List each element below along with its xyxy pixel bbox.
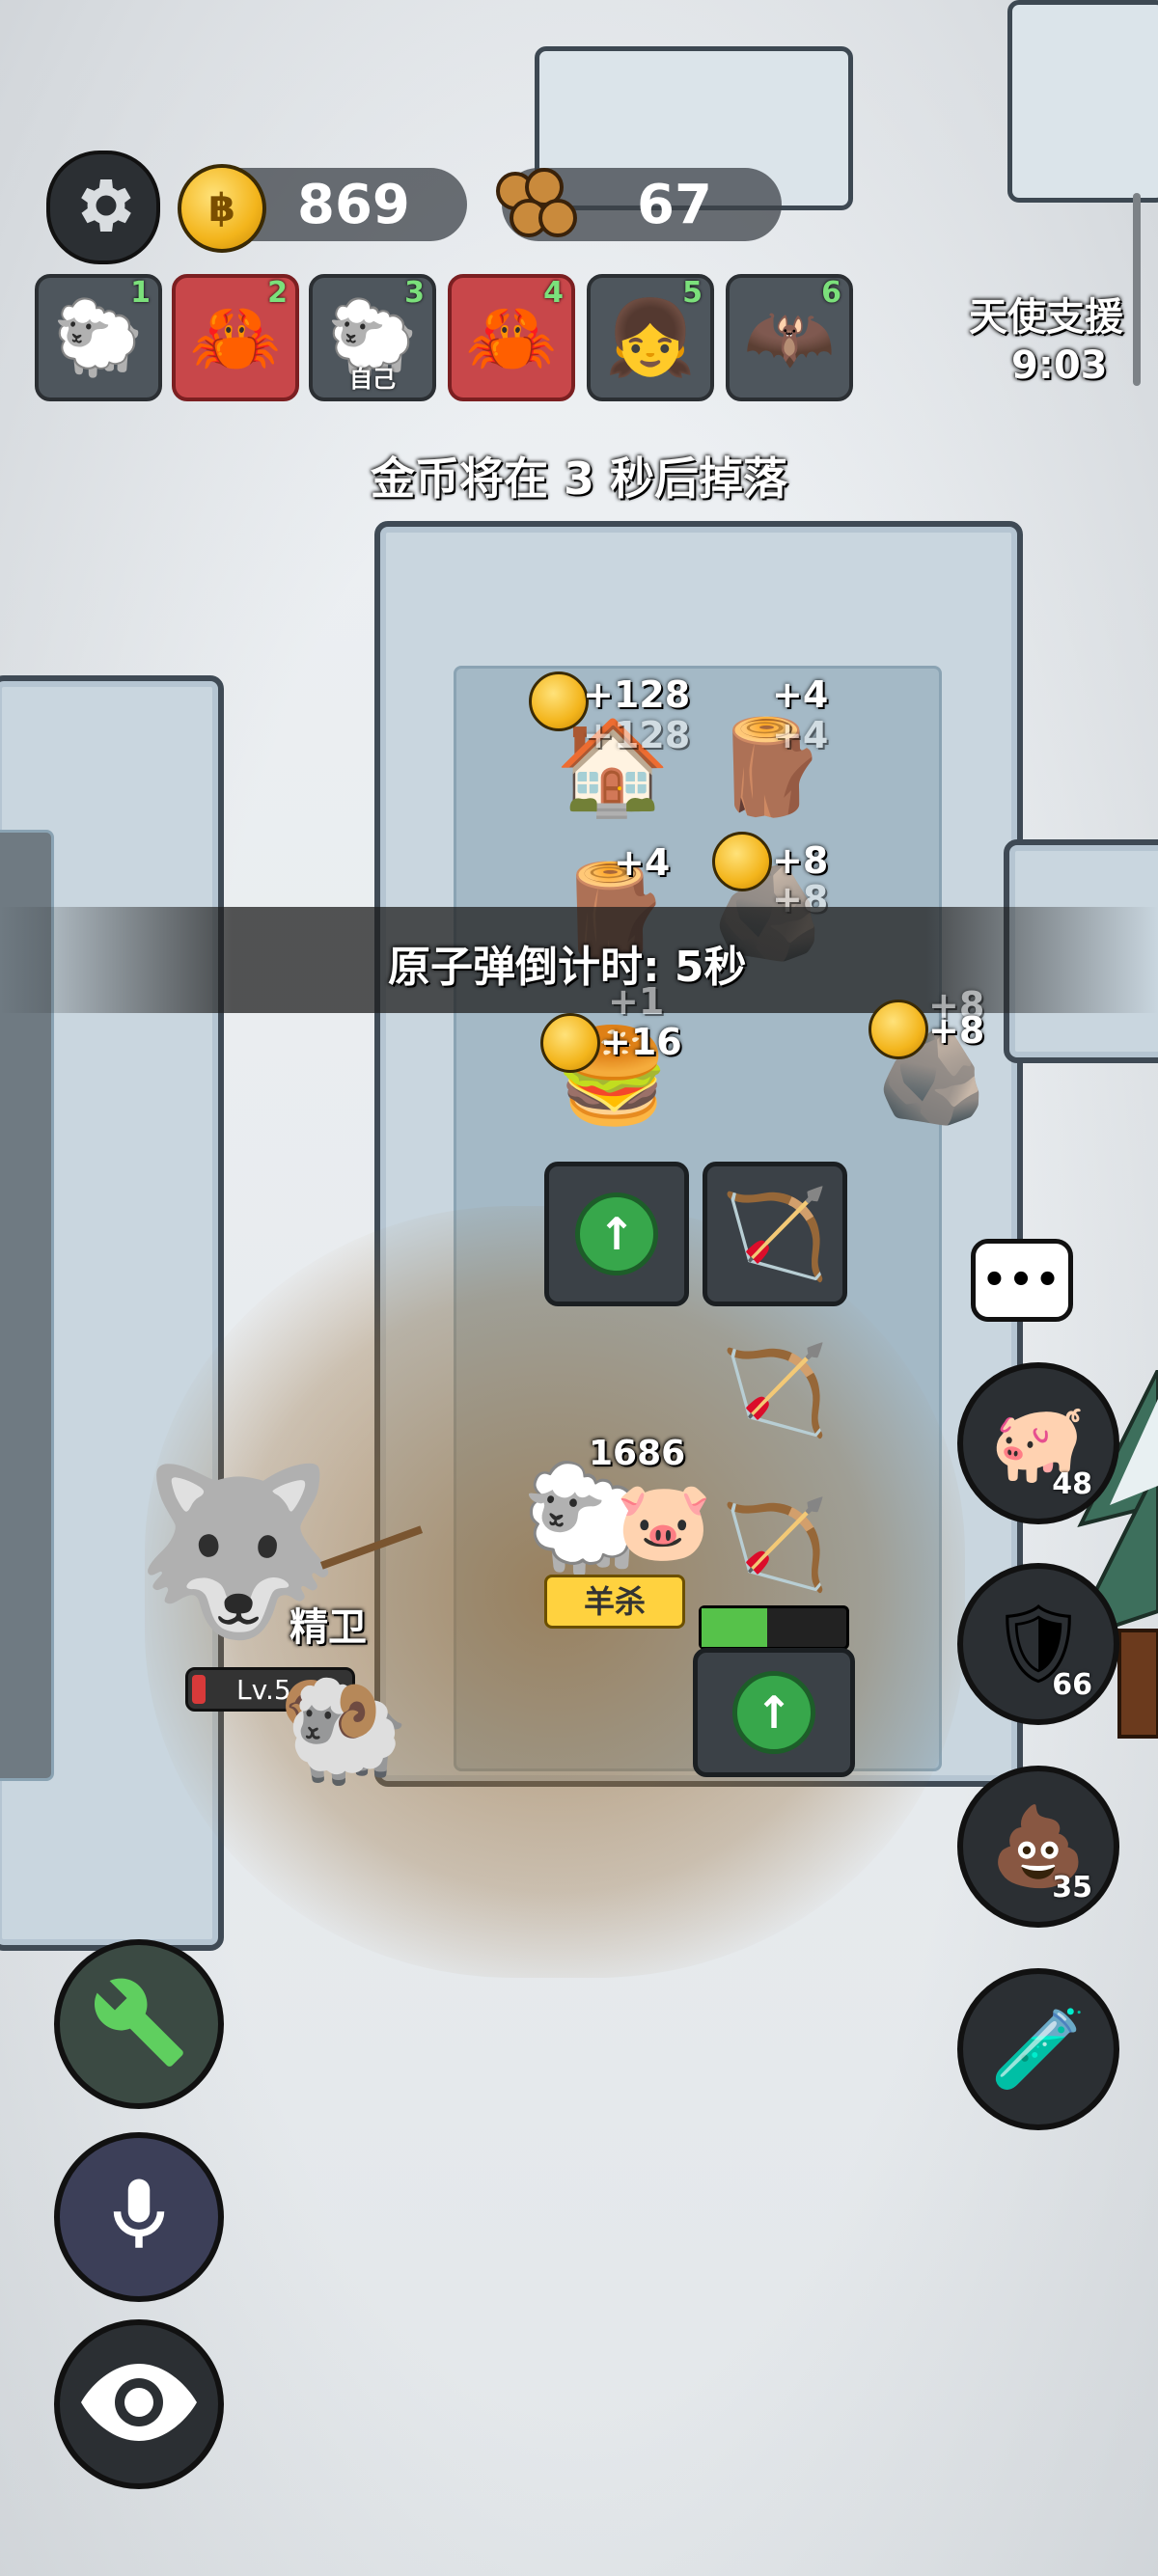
burger-gain: +16 bbox=[600, 1021, 682, 1063]
gold-counter: ฿ 869 bbox=[178, 164, 467, 253]
guard-sheep[interactable]: 🐏 bbox=[278, 1665, 410, 1790]
player-slot-4[interactable]: 🦀 4 bbox=[448, 274, 575, 401]
wood-log-icon bbox=[486, 162, 579, 260]
piggy-count: 48 bbox=[1052, 1467, 1092, 1501]
coin-icon bbox=[540, 1013, 600, 1073]
burger-gain-ghost: +1 bbox=[608, 980, 665, 1023]
ice-block bbox=[1007, 0, 1158, 203]
angel-support-timer: 9:03 bbox=[1011, 343, 1108, 388]
poop-button[interactable]: 💩 35 bbox=[957, 1766, 1119, 1928]
microphone-icon bbox=[96, 2167, 182, 2267]
potion-button[interactable]: 🧪 bbox=[957, 1968, 1119, 2130]
lumber-gain: +4 bbox=[772, 673, 829, 716]
view-button[interactable] bbox=[54, 2319, 224, 2489]
nuke-countdown: 原子弹倒计时: 5秒 bbox=[388, 943, 747, 992]
claw-icon: 🦀 bbox=[465, 294, 558, 380]
gold-coin-icon: ฿ bbox=[178, 164, 266, 253]
wood-counter: 67 bbox=[496, 168, 782, 241]
red-potion-icon: 🧪 bbox=[990, 2004, 1087, 2094]
shield-button[interactable]: 🛡 66 bbox=[957, 1563, 1119, 1725]
gold-amount: 869 bbox=[297, 173, 410, 236]
gate-hp-bar bbox=[699, 1605, 849, 1650]
player-slot-5[interactable]: 👧 5 bbox=[587, 274, 714, 401]
bat-mask-icon: 🦇 bbox=[743, 294, 836, 380]
player-slot-2[interactable]: 🦀 2 bbox=[172, 274, 299, 401]
sheep-icon: 🐑 bbox=[52, 294, 145, 380]
wood-amount: 67 bbox=[637, 173, 712, 236]
crossbow-icon: 🏹 bbox=[720, 1494, 830, 1596]
slot-number: 2 bbox=[267, 276, 288, 310]
gear-icon bbox=[69, 171, 138, 244]
pig-unit: 🐷 bbox=[616, 1476, 712, 1566]
ore-gain: +8 bbox=[772, 839, 829, 882]
gold-drop-message: 金币将在 3 秒后掉落 bbox=[370, 452, 788, 505]
sheep-tag: 羊杀 bbox=[544, 1575, 685, 1629]
claw-icon: 🦀 bbox=[189, 294, 282, 380]
player-slot-6[interactable]: 🦇 6 bbox=[726, 274, 853, 401]
lumber-gain: +4 bbox=[614, 841, 671, 884]
coin-icon bbox=[868, 1000, 928, 1059]
settings-button[interactable] bbox=[46, 151, 160, 264]
house-gold-gain-ghost: +128 bbox=[583, 714, 691, 756]
red-hood-icon: 👧 bbox=[604, 294, 697, 380]
slot-number: 3 bbox=[404, 276, 425, 310]
crossbow-turret[interactable]: 🏹 bbox=[703, 1472, 847, 1617]
coin-icon bbox=[529, 671, 589, 731]
upgrade-arrow-icon: ↑ bbox=[575, 1192, 658, 1275]
slot-number: 1 bbox=[130, 276, 151, 310]
slot-number: 5 bbox=[682, 276, 703, 310]
player-slot-3[interactable]: 🐑 3 自己 bbox=[309, 274, 436, 401]
upgrade-arrow-icon: ↑ bbox=[732, 1671, 815, 1754]
angel-support-label: 天使支援 bbox=[969, 295, 1123, 340]
gate-upgrade[interactable]: ↑ bbox=[693, 1648, 855, 1777]
house-gold-gain: +128 bbox=[583, 673, 691, 716]
crossbow-icon: 🏹 bbox=[720, 1339, 830, 1441]
upgrade-pad[interactable]: ↑ bbox=[544, 1162, 689, 1306]
poop-count: 35 bbox=[1052, 1871, 1092, 1905]
coin-icon bbox=[712, 832, 772, 891]
shield-count: 66 bbox=[1052, 1668, 1092, 1702]
ore-gain: +8 bbox=[928, 1009, 985, 1052]
chat-icon: ••• bbox=[981, 1258, 1062, 1302]
self-label: 自己 bbox=[349, 366, 396, 393]
gate-hp-fill bbox=[702, 1608, 767, 1647]
player-slot-1[interactable]: 🐑 1 bbox=[35, 274, 162, 401]
hammer-wrench-icon bbox=[91, 1974, 187, 2074]
slot-number: 6 bbox=[821, 276, 841, 310]
guard-hp-fill bbox=[192, 1675, 206, 1704]
crossbow-turret[interactable]: 🏹 bbox=[703, 1162, 847, 1306]
scroll-indicator bbox=[1133, 193, 1141, 386]
build-tools-button[interactable] bbox=[54, 1939, 224, 2109]
slot-number: 4 bbox=[543, 276, 564, 310]
crossbow-icon: 🏹 bbox=[720, 1183, 830, 1285]
lumber-gain-ghost: +4 bbox=[772, 714, 829, 756]
crossbow-turret[interactable]: 🏹 bbox=[703, 1318, 847, 1463]
piggy-bank-button[interactable]: 🐖 48 bbox=[957, 1362, 1119, 1524]
chat-button[interactable]: ••• bbox=[971, 1239, 1073, 1322]
eye-icon bbox=[81, 2364, 197, 2445]
voice-button[interactable] bbox=[54, 2132, 224, 2302]
guard-name: 精卫 bbox=[290, 1605, 367, 1650]
